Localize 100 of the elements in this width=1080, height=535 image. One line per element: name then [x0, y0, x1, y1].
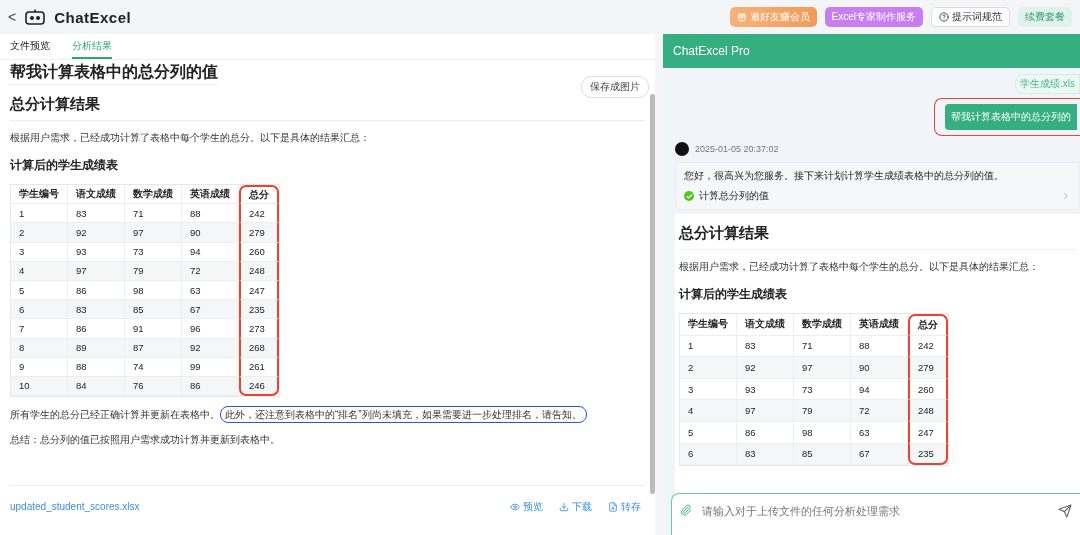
table-cell: 72 [851, 400, 908, 422]
table-cell: 279 [239, 223, 279, 243]
table-cell: 92 [68, 223, 125, 243]
result-heading: 总分计算结果 [10, 95, 645, 121]
header-button[interactable]: 提示词规范 [931, 7, 1010, 27]
robot-icon [24, 9, 47, 25]
file-action-button[interactable]: 转存 [604, 499, 645, 514]
table-cell: 248 [908, 400, 948, 422]
column-header: 语文成绩 [68, 185, 125, 205]
summary-text: 总结：总分列的值已按照用户需求成功计算并更新到表格中。 [10, 433, 281, 448]
table-cell: 67 [182, 300, 239, 320]
help-icon [939, 12, 949, 22]
table-title: 计算后的学生成绩表 [10, 157, 119, 174]
user-message: 帮我计算表格中的总分列的 [945, 104, 1077, 130]
file-link[interactable]: updated_student_scores.xlsx [10, 501, 498, 512]
table-cell: 71 [794, 335, 851, 358]
table-cell: 96 [182, 319, 239, 339]
step-label[interactable]: 计算总分列的值 [699, 189, 769, 203]
chat-header: ChatExcel Pro [663, 34, 1080, 68]
download-icon [559, 501, 569, 512]
file-action-button[interactable]: 下载 [555, 499, 596, 514]
column-header: 英语成绩 [182, 185, 239, 205]
table-cell: 83 [68, 204, 125, 224]
table-cell: 85 [794, 443, 851, 466]
paperclip-icon[interactable] [680, 504, 692, 516]
table-cell: 73 [794, 378, 851, 401]
column-header: 英语成绩 [851, 314, 908, 336]
table-cell: 246 [239, 376, 279, 397]
table-cell: 5 [680, 421, 737, 444]
table-cell: 4 [680, 400, 737, 422]
header-button[interactable]: 续费套餐 [1018, 7, 1072, 27]
table-cell: 97 [125, 223, 182, 243]
intro-text: 根据用户需求，已经成功计算了表格中每个学生的总分。以下是具体的结果汇总： [679, 260, 1040, 274]
column-header: 数学成绩 [794, 314, 851, 336]
file-chip[interactable]: 学生成绩.xls [1015, 74, 1080, 94]
file-plus-icon [608, 501, 618, 512]
save-image-button[interactable]: 保存成图片 [581, 76, 649, 98]
column-header: 总分 [908, 314, 948, 336]
table-cell: 1 [680, 335, 737, 358]
column-header: 数学成绩 [125, 185, 182, 205]
file-action-button[interactable]: 预览 [506, 499, 547, 514]
table-cell: 273 [239, 319, 279, 339]
table-cell: 83 [68, 300, 125, 320]
bot-avatar [675, 142, 689, 156]
table-cell: 1 [11, 204, 68, 224]
header-button[interactable]: 邀好友赚会员 [729, 7, 817, 27]
column-header: 学生编号 [680, 314, 737, 336]
table-cell: 7 [11, 319, 68, 339]
tab[interactable]: 文件预览 [10, 34, 50, 59]
column-header: 学生编号 [11, 185, 68, 205]
chat-input-field[interactable]: 请输入对于上传文件的任何分析处理需求 [700, 504, 1050, 518]
table-cell: 260 [908, 378, 948, 401]
table-cell: 3 [680, 378, 737, 401]
tab[interactable]: 分析结果 [72, 34, 112, 59]
table-cell: 94 [851, 378, 908, 401]
send-icon[interactable] [1058, 504, 1072, 518]
table-cell: 247 [239, 280, 279, 301]
table-cell: 242 [239, 204, 279, 224]
table-cell: 83 [737, 335, 794, 358]
table-cell: 86 [68, 319, 125, 339]
table-cell: 71 [125, 204, 182, 224]
table-title: 计算后的学生成绩表 [679, 286, 788, 303]
table-cell: 235 [908, 443, 948, 466]
table-cell: 279 [908, 357, 948, 379]
table-cell: 91 [125, 319, 182, 339]
column-header: 语文成绩 [737, 314, 794, 336]
back-button[interactable]: < [8, 9, 17, 25]
table-cell: 6 [11, 300, 68, 320]
message-time: 2025-01-05 20:37:02 [695, 144, 779, 154]
table-cell: 79 [794, 400, 851, 422]
table-cell: 98 [794, 421, 851, 444]
table-cell: 235 [239, 300, 279, 320]
table-cell: 92 [737, 357, 794, 379]
table-cell: 260 [239, 242, 279, 262]
table-cell: 248 [239, 261, 279, 281]
header-button[interactable]: Excel专家制作服务 [824, 7, 923, 27]
column-header: 总分 [239, 185, 279, 205]
table-cell: 67 [851, 443, 908, 466]
table-cell: 63 [851, 421, 908, 444]
table-cell: 88 [851, 335, 908, 358]
table-cell: 2 [11, 223, 68, 243]
greeting-text: 您好，很高兴为您服务。接下来计划计算学生成绩表格中的总分列的值。 [684, 169, 1005, 183]
table-cell: 261 [239, 357, 279, 377]
gift-icon [736, 12, 747, 22]
table-cell: 88 [182, 204, 239, 224]
table-cell: 6 [680, 443, 737, 466]
table-cell: 93 [737, 378, 794, 401]
table-cell: 90 [182, 223, 239, 243]
app-logo: ChatExcel [54, 8, 132, 26]
query-title: 帮我计算表格中的总分列的值 [10, 62, 218, 85]
result-heading: 总分计算结果 [679, 224, 1076, 250]
chevron-icon[interactable] [1061, 191, 1071, 201]
table-cell: 97 [794, 357, 851, 379]
table-cell: 247 [908, 421, 948, 444]
table-cell: 268 [239, 338, 279, 358]
table-cell: 86 [737, 421, 794, 444]
table-cell: 90 [851, 357, 908, 379]
table-cell: 97 [737, 400, 794, 422]
table-cell: 2 [680, 357, 737, 379]
table-cell: 85 [125, 300, 182, 320]
